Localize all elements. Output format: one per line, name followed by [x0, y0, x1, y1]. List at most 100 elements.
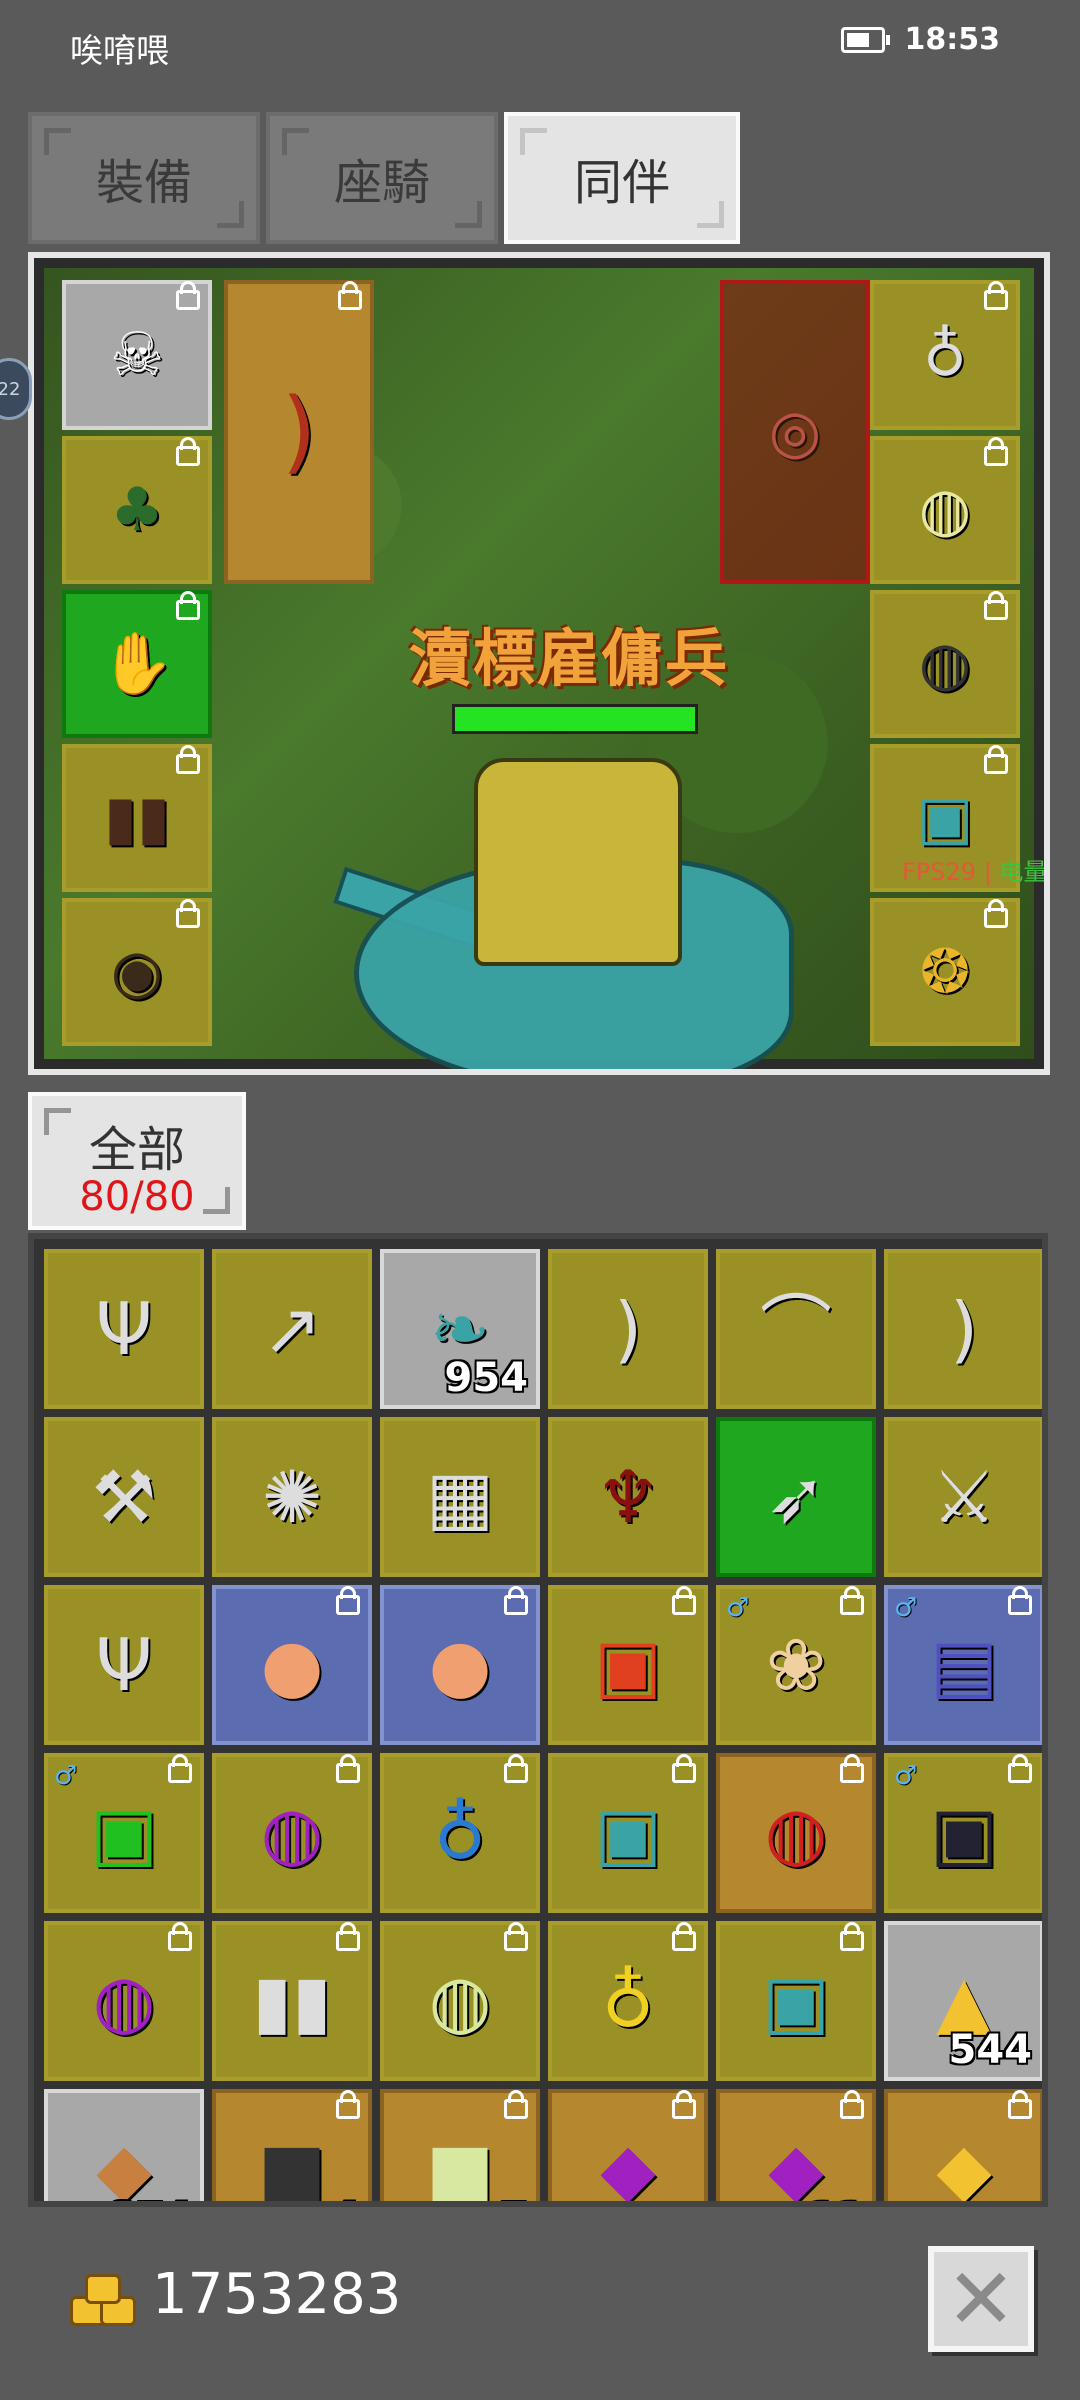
lock-icon [168, 1922, 192, 1951]
lock-icon [840, 1754, 864, 1783]
armor-icon: ♣ [110, 475, 164, 545]
lock-icon [176, 281, 200, 310]
inventory-item[interactable]: ▦ [380, 1417, 540, 1577]
spear-icon: ↗ [261, 1287, 323, 1371]
inventory-item[interactable]: ▣ [716, 1921, 876, 2081]
lock-icon [176, 899, 200, 928]
inventory-item[interactable]: Ψ [44, 1585, 204, 1745]
companion-name: 瀆標雇傭兵 [409, 622, 730, 695]
bow-icon: ) [949, 1287, 979, 1371]
horned-helmet-icon: ☠ [110, 320, 164, 390]
inventory-item[interactable]: ◆874 [44, 2089, 204, 2201]
necklace-icon: ♁ [923, 320, 967, 390]
slot-armor[interactable]: ♣ [62, 436, 212, 584]
lock-icon [336, 1586, 360, 1615]
inventory-item[interactable]: ◍ [44, 1921, 204, 2081]
slot-helmet[interactable]: ☠ [62, 280, 212, 430]
inventory-item[interactable]: ▣ [548, 1585, 708, 1745]
inventory-item[interactable]: ◆11 [716, 2089, 876, 2201]
crossbow-icon: ➶ [765, 1455, 827, 1539]
inventory-item[interactable]: ♆ [548, 1417, 708, 1577]
inventory-item[interactable]: ▣ ♂ [884, 1753, 1042, 1913]
amulet-purple-icon: ◍ [92, 1959, 156, 2043]
slot-weapon[interactable]: ) [224, 280, 374, 584]
lock-icon [840, 1586, 864, 1615]
close-button[interactable]: ✕ [928, 2246, 1034, 2352]
scythe-icon: ⌒ [759, 1287, 832, 1371]
inventory-item[interactable]: ● [380, 1585, 540, 1745]
lock-icon [984, 437, 1008, 466]
inventory-item[interactable]: ▣ ♂ [44, 1753, 204, 1913]
green-stone-icon: ■ [425, 2127, 495, 2207]
inventory-item[interactable]: ♁ [380, 1753, 540, 1913]
mercenary-sprite [474, 758, 682, 966]
inventory-item[interactable]: ▣ [548, 1753, 708, 1913]
cat-card-icon: ❀ [765, 1623, 827, 1707]
tab-equipment[interactable]: 裝備 [28, 112, 260, 244]
inventory-item[interactable]: ) [884, 1249, 1042, 1409]
inventory-item[interactable]: ) [548, 1249, 708, 1409]
inventory-item[interactable]: ♁ [548, 1921, 708, 2081]
inventory-item[interactable]: ■7 [380, 2089, 540, 2207]
purple-gem-icon: ◆ [600, 2127, 656, 2207]
inventory-item[interactable]: ⌒ [716, 1249, 876, 1409]
slot-companion-portrait[interactable]: ◎ [720, 280, 870, 584]
inventory-item[interactable]: ◆ [548, 2089, 708, 2207]
inventory-item[interactable]: Ψ [44, 1249, 204, 1409]
inventory-item[interactable]: ▮▮ [212, 1921, 372, 2081]
chest-card-icon: ▤ [929, 1623, 999, 1707]
inventory-item[interactable]: ◍ [212, 1753, 372, 1913]
inventory-item[interactable]: ⚔ [884, 1417, 1042, 1577]
slot-belt[interactable]: ◉ [62, 898, 212, 1046]
slot-necklace[interactable]: ♁ [870, 280, 1020, 430]
inventory-item[interactable]: ↗ [212, 1249, 372, 1409]
glove-icon: ✋ [99, 629, 175, 699]
slot-gloves[interactable]: ✋ [62, 590, 212, 738]
inventory-cells: Ψ ↗ ❧ 954) ⌒) ⚒ ✺ ▦ ♆ ➶ ⚔ Ψ ● ● ▣ ❀ ♂ ▤ ♂ ▣ ♂ ◍ ♁ ▣ ◍ ▣ ♂ ◍ ▮▮ ◍ ♁ ▣ ▲ 54… [44, 1249, 1042, 2207]
lock-icon [672, 1586, 696, 1615]
inventory-item[interactable]: ■4 [212, 2089, 372, 2201]
yellow-gem-icon: ◆ [936, 2127, 992, 2207]
item-count: 954 [444, 1355, 529, 1401]
tab-companion[interactable]: 同伴 [504, 112, 740, 244]
slot-charm[interactable]: ❂ [870, 898, 1020, 1046]
side-badge[interactable]: 22 [0, 358, 32, 420]
carrier-name: 唉唷喂 [70, 31, 169, 70]
target-icon: ◎ [768, 397, 822, 467]
inventory-item[interactable]: ✺ [212, 1417, 372, 1577]
inventory-item[interactable]: ➶ [716, 1417, 876, 1577]
companion-panel: ☠ ♣ ✋ ▮▮ ◉ ) ◎ ♁ ◍ ◍ ▣ ❂ 瀆標雇傭兵 FPS29 | 电… [28, 252, 1050, 1075]
inventory-item[interactable]: ◍ [380, 1921, 540, 2081]
item-count: 11 [808, 2195, 864, 2201]
inventory-item[interactable]: ◆ [884, 2089, 1042, 2207]
mace-icon: ✺ [261, 1455, 323, 1539]
item-count: 4 [332, 2195, 360, 2201]
lock-icon [504, 1754, 528, 1783]
slot-boots[interactable]: ▮▮ [62, 744, 212, 892]
lock-icon [672, 1922, 696, 1951]
inventory-item[interactable]: ● [212, 1585, 372, 1745]
inventory-item[interactable]: ▲ 544 [884, 1921, 1042, 2081]
slot-ring-2[interactable]: ◍ [870, 590, 1020, 738]
gender-tag-icon: ♂ [894, 1593, 918, 1623]
fire-card-icon: ▣ [593, 1623, 663, 1707]
lock-icon [1008, 1586, 1032, 1615]
slot-ring-1[interactable]: ◍ [870, 436, 1020, 584]
inventory-item[interactable]: ⚒ [44, 1417, 204, 1577]
status-bar: 唉唷喂 18:53 [0, 0, 1080, 90]
inventory-item[interactable]: ❧ 954 [380, 1249, 540, 1409]
tab-mount-label: 座騎 [333, 155, 430, 211]
bow-icon: ) [613, 1287, 643, 1371]
status-right: 18:53 [840, 22, 1000, 57]
inventory-item[interactable]: ◍ [716, 1753, 876, 1913]
axe-icon: ⚔ [931, 1455, 997, 1539]
inventory-item[interactable]: ▤ ♂ [884, 1585, 1042, 1745]
inventory-item[interactable]: ❀ ♂ [716, 1585, 876, 1745]
tab-equipment-label: 裝備 [95, 155, 192, 211]
filter-all-tab[interactable]: 全部 80/80 [28, 1092, 246, 1230]
bread-icon: ● [260, 1623, 324, 1707]
tab-mount[interactable]: 座騎 [266, 112, 498, 244]
gender-tag-icon: ♂ [894, 1761, 918, 1791]
lock-icon [504, 2090, 528, 2119]
necklace-blue-icon: ♁ [433, 1791, 487, 1875]
